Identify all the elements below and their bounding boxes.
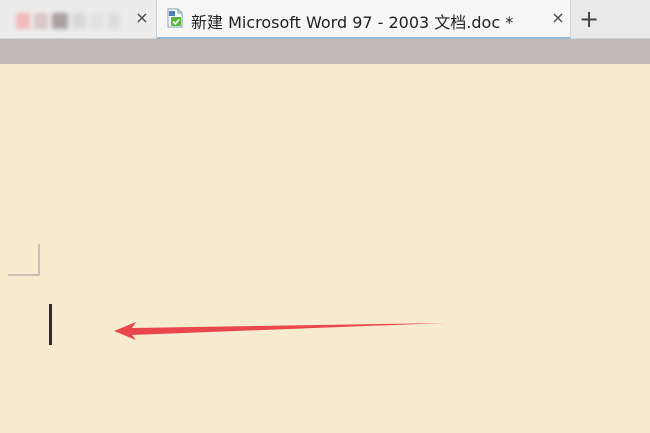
text-caret bbox=[49, 304, 52, 345]
annotation-arrow-icon bbox=[114, 322, 445, 340]
tab-active-document[interactable]: 新建 Microsoft Word 97 - 2003 文档.doc * × bbox=[156, 0, 571, 39]
blurred-tab-content bbox=[16, 13, 126, 29]
tab-close-button[interactable]: × bbox=[548, 8, 568, 28]
tab-title: 新建 Microsoft Word 97 - 2003 文档.doc * bbox=[191, 13, 514, 32]
document-page[interactable] bbox=[0, 64, 650, 433]
tab-bar: × 新建 Microsoft Word 97 - 2003 文档.doc * ×… bbox=[0, 0, 650, 39]
margin-corner-marker bbox=[8, 244, 40, 276]
editor-window: × 新建 Microsoft Word 97 - 2003 文档.doc * ×… bbox=[0, 0, 650, 433]
tab-inactive[interactable]: × bbox=[0, 0, 156, 38]
word-doc-icon bbox=[167, 8, 183, 28]
toolbar-strip bbox=[0, 39, 650, 64]
tab-close-button[interactable]: × bbox=[132, 8, 152, 28]
new-tab-button[interactable]: + bbox=[576, 6, 602, 32]
